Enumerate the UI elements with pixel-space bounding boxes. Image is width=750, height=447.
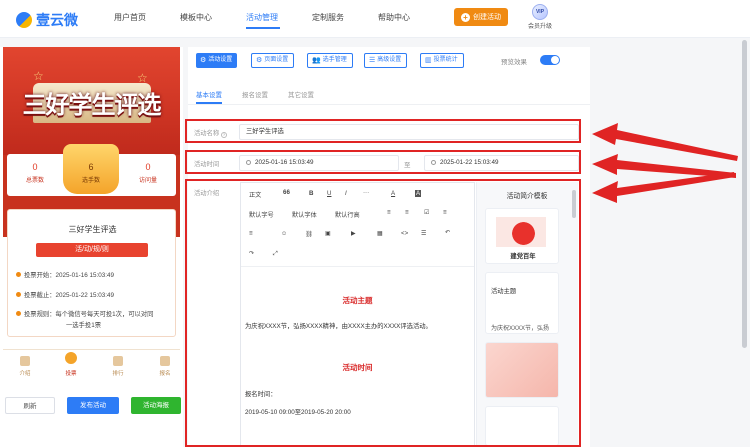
rule-text: 投票规则：每个微信号每天可投1次，可以对同 [24, 311, 154, 318]
tab-label: 选手管理 [322, 57, 347, 63]
vip-badge-icon: VIP [532, 4, 548, 20]
hero-title: 三好学生评选 [22, 90, 162, 119]
highlight-activity-name [185, 119, 581, 143]
rules-ribbon: 活/动/规/则 [36, 243, 148, 257]
tab-label: 活动设置 [208, 57, 233, 63]
bar-chart-icon: ▥ [425, 57, 432, 64]
create-activity-button[interactable]: + 创建活动 [454, 8, 508, 26]
nav-active-indicator [246, 27, 280, 29]
brand-logo[interactable]: 壹云微 [16, 10, 78, 30]
stat-contestants: 6 选手数 [63, 144, 119, 194]
subtab-basic-settings[interactable]: 基本设置 [196, 89, 222, 99]
tab-label: 介绍 [19, 371, 31, 377]
rule-text: 投票截止：2025-01-22 15:03:49 [24, 292, 114, 299]
signup-icon [160, 356, 170, 366]
stat-total-votes: 0 总票数 [7, 162, 63, 184]
nav-activity-management[interactable]: 活动管理 [246, 12, 278, 23]
tab-ranking[interactable]: 排行 [103, 356, 133, 377]
tab-label: 排行 [112, 371, 124, 377]
preview-effect-label: 预览效果 [501, 59, 527, 66]
rule-vote-policy: 投票规则：每个微信号每天可投1次，可以对同 [16, 309, 174, 320]
tab-page-settings[interactable]: ⚙ 页面设置 [251, 53, 295, 68]
tab-label: 页面设置 [264, 57, 289, 63]
rule-vote-end: 投票截止：2025-01-22 15:03:49 [16, 290, 174, 301]
stat-label: 访问量 [138, 178, 157, 184]
tab-advanced-settings[interactable]: ☰ 高级设置 [364, 53, 408, 68]
arrow-icon [592, 123, 738, 161]
nav-custom-service[interactable]: 定制服务 [312, 12, 344, 23]
stat-label: 总票数 [25, 178, 44, 184]
stat-value: 6 [88, 162, 94, 172]
tab-label: 高级设置 [377, 57, 402, 63]
stat-value: 0 [32, 162, 38, 172]
arrow-icon [592, 172, 735, 203]
rules-title: 三好学生评选 [68, 225, 117, 234]
vip-upgrade-label: 会员升级 [527, 24, 552, 30]
users-icon: 👥 [312, 57, 321, 64]
intro-icon [20, 356, 30, 366]
bullet-icon [16, 311, 21, 316]
vote-icon [63, 350, 79, 366]
tab-vote-statistics[interactable]: ▥ 投票统计 [420, 53, 464, 68]
plus-icon: + [461, 12, 470, 22]
arrow-icon [592, 154, 736, 178]
publish-activity-button[interactable]: 发布活动 [67, 397, 119, 414]
sliders-icon: ☰ [369, 57, 376, 64]
highlight-activity-intro [185, 179, 581, 447]
rule-text: 投票开始：2025-01-16 15:03:49 [24, 272, 114, 279]
rule-vote-start: 投票开始：2025-01-16 15:03:49 [16, 270, 174, 281]
stat-visits: 0 访问量 [120, 162, 176, 184]
activity-poster-button[interactable]: 活动海报 [131, 397, 181, 414]
create-activity-label: 创建活动 [473, 14, 501, 21]
stats-card: 0 总票数 6 选手数 0 访问量 [7, 144, 176, 196]
brand-mark-icon [16, 12, 32, 28]
hero-banner: ☆ ☆ 三好学生评选 [3, 47, 180, 155]
tab-label: 报名 [159, 371, 171, 377]
gear-icon: ⚙ [200, 57, 207, 64]
nav-user-home[interactable]: 用户首页 [114, 12, 146, 23]
highlight-activity-time [185, 150, 581, 174]
nav-help-center[interactable]: 帮助中心 [378, 12, 410, 23]
tab-activity-settings[interactable]: ⚙ 活动设置 [196, 53, 238, 68]
tab-label: 投票 [65, 371, 77, 377]
bullet-icon [16, 292, 21, 297]
activity-preview-panel: ☆ ☆ 三好学生评选 0 总票数 6 选手数 0 访问量 三好学生评选 活/动/… [0, 47, 183, 447]
preview-effect-toggle[interactable] [540, 55, 560, 65]
tab-label: 投票统计 [433, 57, 458, 63]
page-scrollbar[interactable] [742, 40, 747, 348]
divider [188, 104, 590, 105]
tab-vote[interactable]: 投票 [56, 350, 86, 377]
brand-name: 壹云微 [36, 12, 78, 28]
stat-label: 选手数 [81, 178, 100, 184]
subtab-signup-settings[interactable]: 报名设置 [242, 89, 268, 99]
top-navigation-bar: 壹云微 用户首页 模板中心 活动管理 定制服务 帮助中心 + 创建活动 VIP … [0, 0, 750, 38]
rules-card: 三好学生评选 活/动/规/则 投票开始：2025-01-16 15:03:49 … [7, 209, 176, 337]
star-icon: ☆ [33, 69, 44, 83]
preview-tabbar: 介绍 投票 排行 报名 [3, 349, 180, 383]
nav-template-center[interactable]: 模板中心 [180, 12, 212, 23]
settings-icon: ⚙ [256, 57, 263, 64]
vip-upgrade[interactable]: VIP 会员升级 [526, 4, 554, 30]
refresh-button[interactable]: 刷新 [5, 397, 55, 414]
subtab-other-settings[interactable]: 其它设置 [288, 89, 314, 99]
bullet-icon [16, 272, 21, 277]
tab-signup[interactable]: 报名 [150, 356, 180, 377]
trophy-icon [113, 356, 123, 366]
star-icon: ☆ [137, 71, 148, 85]
preview-actions: 刷新 发布活动 活动海报 [0, 397, 183, 447]
activity-settings-editor: ⚙ 活动设置 ⚙ 页面设置 👥 选手管理 ☰ 高级设置 ▥ 投票统计 预览效果 基本设置 … [185, 47, 590, 447]
annotation-arrows [592, 123, 738, 203]
tab-intro[interactable]: 介绍 [10, 356, 40, 377]
stat-value: 0 [145, 162, 151, 172]
rule-vote-policy-cont: 一选手投1票 [66, 322, 101, 329]
tab-contestant-management[interactable]: 👥 选手管理 [307, 53, 353, 68]
